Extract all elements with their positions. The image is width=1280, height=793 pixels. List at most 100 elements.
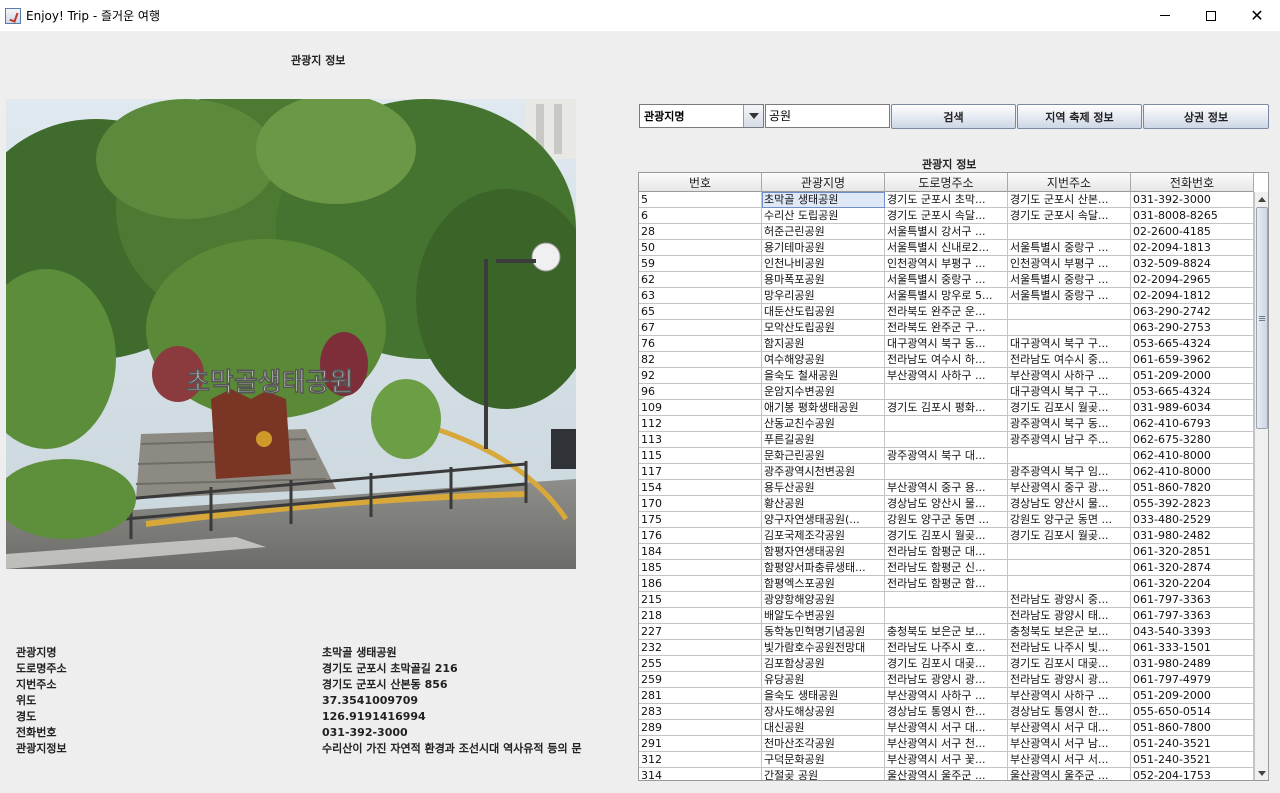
table-cell[interactable]: 산동교친수공원 (762, 416, 885, 432)
table-cell[interactable]: 061-320-2204 (1131, 576, 1254, 592)
table-cell[interactable]: 부산광역시 서구 남... (1008, 736, 1131, 752)
table-cell[interactable]: 92 (639, 368, 762, 384)
table-row[interactable]: 176 김포국제조각공원 경기도 김포시 월곶... 경기도 김포시 월곶... 031… (639, 528, 1254, 544)
table-row[interactable]: 314 간절곶 공원 울산광역시 울주군 ... 울산광역시 울주군 ... 052-2… (639, 768, 1254, 780)
search-button[interactable]: 검색 (891, 104, 1016, 129)
table-cell[interactable] (885, 416, 1008, 432)
table-cell[interactable]: 314 (639, 768, 762, 780)
table-cell[interactable]: 055-650-0514 (1131, 704, 1254, 720)
table-cell[interactable]: 061-659-3962 (1131, 352, 1254, 368)
table-cell[interactable]: 배알도수변공원 (762, 608, 885, 624)
table-cell[interactable]: 67 (639, 320, 762, 336)
table-row[interactable]: 291 천마산조각공원 부산광역시 서구 천... 부산광역시 서구 남... 051-… (639, 736, 1254, 752)
table-cell[interactable]: 5 (639, 192, 762, 208)
column-header[interactable]: 관광지명 (762, 173, 885, 192)
table-cell[interactable]: 59 (639, 256, 762, 272)
table-row[interactable]: 67 모악산도립공원 전라북도 완주군 구... 063-290-2753 (639, 320, 1254, 336)
table-cell[interactable]: 289 (639, 720, 762, 736)
table-cell[interactable]: 031-8008-8265 (1131, 208, 1254, 224)
table-cell[interactable]: 부산광역시 사하구 ... (885, 368, 1008, 384)
table-cell[interactable]: 82 (639, 352, 762, 368)
table-cell[interactable]: 02-2600-4185 (1131, 224, 1254, 240)
table-row[interactable]: 82 여수해양공원 전라남도 여수시 하... 전라남도 여수시 중... 061-65… (639, 352, 1254, 368)
table-cell[interactable]: 전라남도 함평군 함... (885, 576, 1008, 592)
table-row[interactable]: 96 운암지수변공원 대구광역시 북구 구... 053-665-4324 (639, 384, 1254, 400)
table-cell[interactable]: 대둔산도립공원 (762, 304, 885, 320)
table-cell[interactable]: 부산광역시 사하구 ... (885, 688, 1008, 704)
table-cell[interactable]: 032-509-8824 (1131, 256, 1254, 272)
table-row[interactable]: 115 문화근린공원 광주광역시 북구 대... 062-410-8000 (639, 448, 1254, 464)
table-cell[interactable]: 061-333-1501 (1131, 640, 1254, 656)
vertical-scrollbar[interactable] (1254, 192, 1268, 780)
festival-info-button[interactable]: 지역 축제 정보 (1017, 104, 1142, 129)
table-cell[interactable]: 서울특별시 중랑구 ... (1008, 240, 1131, 256)
table-row[interactable]: 175 양구자연생태공원(... 강원도 양구군 동면 ... 강원도 양구군 동면 … (639, 512, 1254, 528)
table-cell[interactable]: 광주광역시 북구 동... (1008, 416, 1131, 432)
table-row[interactable]: 154 용두산공원 부산광역시 중구 용... 부산광역시 중구 광... 051-86… (639, 480, 1254, 496)
table-cell[interactable]: 함평엑스포공원 (762, 576, 885, 592)
table-row[interactable]: 50 용기테마공원 서울특별시 신내로2... 서울특별시 중랑구 ... 02-209… (639, 240, 1254, 256)
table-cell[interactable]: 애기봉 평화생태공원 (762, 400, 885, 416)
table-cell[interactable]: 망우리공원 (762, 288, 885, 304)
table-cell[interactable] (885, 592, 1008, 608)
table-cell[interactable]: 061-320-2851 (1131, 544, 1254, 560)
table-cell[interactable]: 광주광역시 북구 임... (1008, 464, 1131, 480)
table-cell[interactable]: 175 (639, 512, 762, 528)
table-cell[interactable]: 초막골 생태공원 (762, 192, 885, 208)
table-cell[interactable]: 경기도 김포시 평화... (885, 400, 1008, 416)
table-cell[interactable]: 모악산도립공원 (762, 320, 885, 336)
table-cell[interactable]: 경기도 군포시 속달... (1008, 208, 1131, 224)
table-row[interactable]: 5 초막골 생태공원 경기도 군포시 초막... 경기도 군포시 산본... 031-3… (639, 192, 1254, 208)
table-cell[interactable]: 113 (639, 432, 762, 448)
table-cell[interactable]: 대신공원 (762, 720, 885, 736)
table-cell[interactable]: 서울특별시 중랑구 ... (885, 272, 1008, 288)
table-cell[interactable]: 281 (639, 688, 762, 704)
table-cell[interactable]: 055-392-2823 (1131, 496, 1254, 512)
table-cell[interactable]: 02-2094-2965 (1131, 272, 1254, 288)
table-cell[interactable] (1008, 224, 1131, 240)
table-cell[interactable]: 176 (639, 528, 762, 544)
table-row[interactable]: 92 을숙도 철새공원 부산광역시 사하구 ... 부산광역시 사하구 ... 051-… (639, 368, 1254, 384)
table-cell[interactable]: 052-204-1753 (1131, 768, 1254, 780)
table-cell[interactable]: 062-410-8000 (1131, 448, 1254, 464)
table-cell[interactable]: 함지공원 (762, 336, 885, 352)
table-row[interactable]: 259 유당공원 전라남도 광양시 광... 전라남도 광양시 광... 061-797… (639, 672, 1254, 688)
table-cell[interactable]: 인천광역시 부평구 ... (1008, 256, 1131, 272)
table-cell[interactable]: 을숙도 생태공원 (762, 688, 885, 704)
table-cell[interactable]: 경기도 김포시 월곶... (885, 528, 1008, 544)
table-cell[interactable]: 063-290-2742 (1131, 304, 1254, 320)
table-cell[interactable]: 전라남도 나주시 호... (885, 640, 1008, 656)
table-row[interactable]: 117 광주광역시천변공원 광주광역시 북구 임... 062-410-8000 (639, 464, 1254, 480)
table-cell[interactable]: 전라남도 함평군 대... (885, 544, 1008, 560)
table-row[interactable]: 170 황산공원 경상남도 양산시 물... 경상남도 양산시 물... 055-392… (639, 496, 1254, 512)
table-row[interactable]: 184 함평자연생태공원 전라남도 함평군 대... 061-320-2851 (639, 544, 1254, 560)
table-cell[interactable]: 경기도 군포시 초막... (885, 192, 1008, 208)
table-cell[interactable]: 63 (639, 288, 762, 304)
table-cell[interactable]: 051-209-2000 (1131, 688, 1254, 704)
table-cell[interactable]: 051-860-7800 (1131, 720, 1254, 736)
table-cell[interactable]: 구덕문화공원 (762, 752, 885, 768)
table-cell[interactable]: 96 (639, 384, 762, 400)
table-row[interactable]: 283 장사도해상공원 경상남도 통영시 한... 경상남도 통영시 한... 055-… (639, 704, 1254, 720)
table-cell[interactable]: 063-290-2753 (1131, 320, 1254, 336)
table-cell[interactable]: 용두산공원 (762, 480, 885, 496)
table-cell[interactable]: 65 (639, 304, 762, 320)
table-cell[interactable]: 부산광역시 중구 광... (1008, 480, 1131, 496)
table-cell[interactable]: 서울특별시 신내로2... (885, 240, 1008, 256)
table-cell[interactable]: 서울특별시 중랑구 ... (1008, 272, 1131, 288)
table-cell[interactable]: 232 (639, 640, 762, 656)
table-row[interactable]: 65 대둔산도립공원 전라북도 완주군 운... 063-290-2742 (639, 304, 1254, 320)
table-cell[interactable]: 문화근린공원 (762, 448, 885, 464)
table-cell[interactable]: 28 (639, 224, 762, 240)
table-cell[interactable]: 6 (639, 208, 762, 224)
table-cell[interactable] (885, 384, 1008, 400)
maximize-button[interactable] (1188, 0, 1234, 31)
close-button[interactable]: ✕ (1234, 0, 1280, 31)
table-cell[interactable]: 051-209-2000 (1131, 368, 1254, 384)
table-cell[interactable]: 함평양서파충류생태... (762, 560, 885, 576)
table-cell[interactable]: 부산광역시 서구 대... (885, 720, 1008, 736)
table-cell[interactable] (885, 432, 1008, 448)
table-cell[interactable]: 용기테마공원 (762, 240, 885, 256)
table-cell[interactable]: 허준근린공원 (762, 224, 885, 240)
search-input[interactable]: 공원 (765, 104, 890, 128)
